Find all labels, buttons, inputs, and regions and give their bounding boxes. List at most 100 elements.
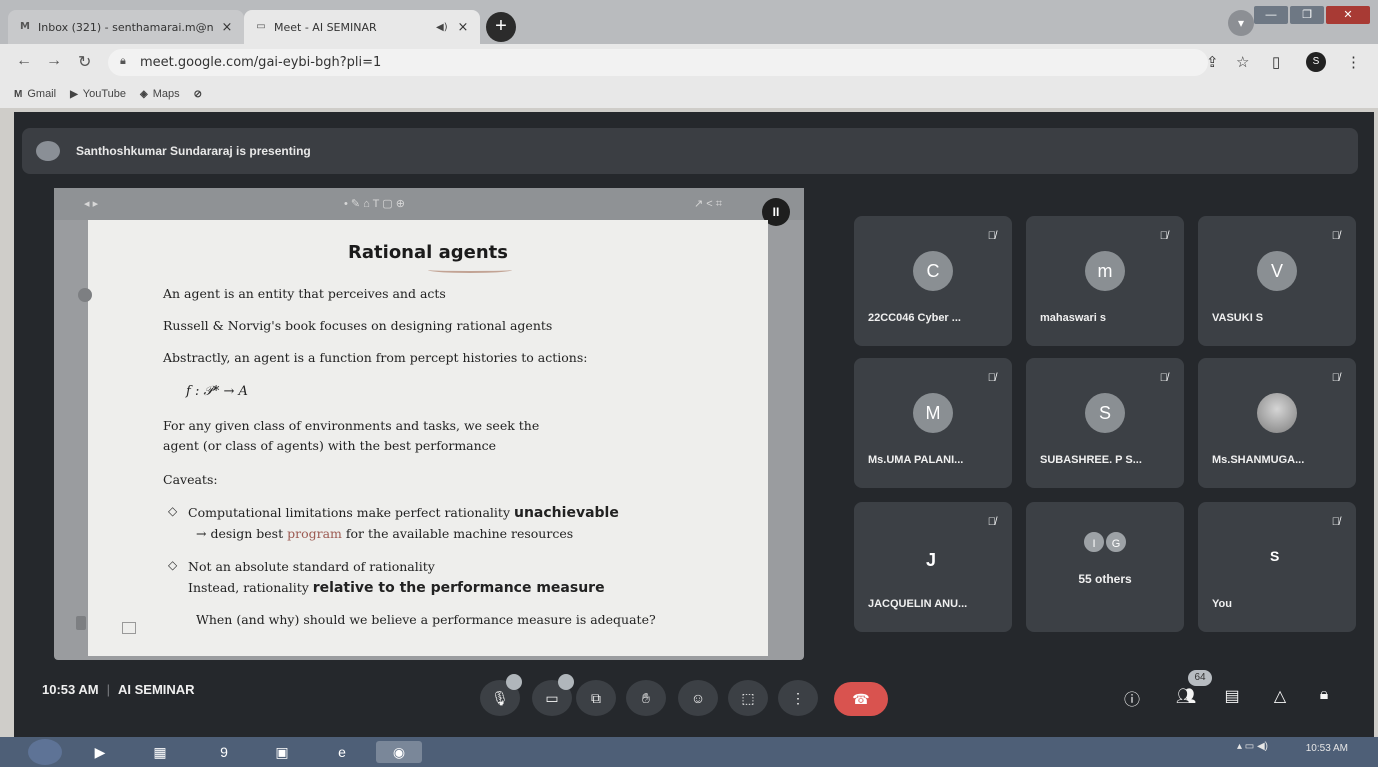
others-tile[interactable]: I G 55 others [1026, 502, 1184, 632]
participant-name: JACQUELIN ANU... [868, 598, 968, 610]
shared-screen[interactable]: ◂ ▸ • ✎ ⌂ T ▢ ⊕ ↗ < ⌗ II Rational agents… [54, 188, 804, 660]
avatar-stack: I G [1082, 530, 1132, 554]
mic-off-icon: 🎙̸ [987, 230, 996, 242]
activities-icon[interactable]: △ [1268, 686, 1292, 706]
slide-text: → design best [196, 526, 284, 541]
more-options-badge[interactable] [558, 674, 574, 690]
minimize-button[interactable]: — [1254, 6, 1288, 24]
profile-avatar[interactable]: S [1306, 52, 1326, 72]
url-text[interactable]: meet.google.com/gai-eybi-bgh?pli=1 [140, 55, 381, 70]
window-controls: — ❐ ✕ [1254, 6, 1370, 24]
self-tile[interactable]: 🎙̸ S You [1198, 502, 1356, 632]
chrome-icon[interactable]: ◉ [376, 741, 422, 763]
more-options-button[interactable]: ⋮ [778, 680, 818, 716]
others-count: 55 others [1078, 572, 1132, 586]
bookmark-extra[interactable]: ⊘ [194, 89, 202, 100]
mic-off-icon: 🎙̸ [987, 372, 996, 384]
back-icon[interactable]: ← [16, 52, 32, 70]
new-tab-button[interactable]: + [486, 12, 516, 42]
participant-name: Ms.SHANMUGA... [1212, 454, 1305, 466]
participant-tile[interactable]: 🎙̸ m mahaswari s [1026, 216, 1184, 346]
people-icon[interactable]: 👥︎ [1174, 686, 1198, 706]
app-icon[interactable]: 9 [212, 741, 236, 763]
participant-tile[interactable]: 🎙̸ J JACQUELIN ANU... [854, 502, 1012, 632]
participant-tile[interactable]: 🎙̸ C 22CC046 Cyber ... [854, 216, 1012, 346]
menu-kebab-icon[interactable]: ⋮ [1346, 53, 1361, 71]
reload-icon[interactable]: ↻ [78, 52, 91, 72]
pc-icon[interactable]: ▣ [270, 741, 294, 763]
bookmark-label: Maps [152, 88, 180, 100]
bookmark-star-icon[interactable]: ☆ [1236, 53, 1249, 71]
bookmark-gmail[interactable]: M Gmail [14, 88, 56, 100]
camera-toggle-button[interactable]: ▭ [532, 674, 574, 716]
tab-meet[interactable]: ▭ Meet - AI SEMINAR ◀) × [244, 10, 480, 44]
address-bar[interactable]: 🔒︎ meet.google.com/gai-eybi-bgh?pli=1 [108, 49, 1208, 76]
captions-button[interactable]: ⧉ [576, 680, 616, 716]
info-icon[interactable]: ⓘ [1120, 686, 1144, 710]
meet-window: Santhoshkumar Sundararaj is presenting ◂… [14, 112, 1374, 737]
globe-icon: ⊘ [193, 88, 203, 100]
pen-icon: • ✎ ⌂ T ▢ ⊕ [344, 198, 405, 210]
toolbar-icon: ◂ ▸ [84, 198, 99, 210]
mic-toggle-button[interactable]: 🎙 [480, 674, 522, 716]
tab-search-icon[interactable]: ▾ [1228, 10, 1254, 36]
system-clock[interactable]: 10:53 AM [1306, 743, 1348, 754]
avatar: I [1082, 530, 1106, 554]
mic-off-icon: 🎙̸ [1331, 230, 1340, 242]
slide-bullet-1a: Computational limitations make perfect r… [188, 505, 619, 521]
slide-line-4a: For any given class of environments and … [163, 418, 540, 433]
edge-icon[interactable]: e [330, 741, 354, 763]
share-icon[interactable]: ⇪ [1206, 53, 1219, 71]
participant-tile[interactable]: 🎙̸ V VASUKI S [1198, 216, 1356, 346]
more-options-badge[interactable] [506, 674, 522, 690]
viewer-toolbar: ◂ ▸ • ✎ ⌂ T ▢ ⊕ ↗ < ⌗ [54, 188, 804, 220]
lock-icon: 🔒︎ [120, 55, 126, 67]
slide-highlight: program [287, 526, 342, 541]
close-window-button[interactable]: ✕ [1326, 6, 1370, 24]
presenting-text: Santhoshkumar Sundararaj is presenting [76, 144, 311, 158]
raise-hand-button[interactable]: ✋︎ [626, 680, 666, 716]
bookmark-label: YouTube [82, 88, 127, 100]
bookmark-youtube[interactable]: ▶ YouTube [70, 88, 126, 100]
participant-tile[interactable]: 🎙̸ S SUBASHREE. P S... [1026, 358, 1184, 488]
speaker-icon[interactable]: ◀) [436, 22, 450, 33]
meeting-time: 10:53 AM [42, 682, 99, 697]
participant-tile[interactable]: 🎙̸ M Ms.UMA PALANI... [854, 358, 1012, 488]
chat-icon[interactable]: ▤ [1220, 686, 1244, 706]
side-panel-icon[interactable]: ▯ [1272, 53, 1280, 71]
mic-off-icon: 🎙̸ [1331, 516, 1340, 528]
tab-close-icon[interactable]: × [220, 20, 234, 35]
participant-name: VASUKI S [1212, 312, 1264, 324]
tray-icons[interactable]: ▴ ▭ ◀) [1237, 741, 1268, 752]
participant-name: 22CC046 Cyber ... [868, 312, 961, 324]
diamond-bullet-icon: ◇ [168, 504, 178, 518]
present-button[interactable]: ⬚ [728, 680, 768, 716]
bookmark-maps[interactable]: ◈ Maps [140, 88, 180, 100]
tab-close-icon[interactable]: × [456, 20, 470, 35]
participant-name: Ms.UMA PALANI... [868, 454, 964, 466]
avatar: S [1270, 548, 1280, 564]
diamond-bullet-icon: ◇ [168, 558, 178, 572]
media-player-icon[interactable]: ▶ [88, 741, 112, 763]
end-call-button[interactable]: ☎ [834, 682, 888, 716]
gmail-icon: M [14, 88, 23, 100]
slide-emphasis: relative to the performance measure [312, 580, 605, 596]
presenting-banner: Santhoshkumar Sundararaj is presenting [22, 128, 1358, 174]
meeting-name: AI SEMINAR [118, 682, 195, 697]
host-controls-icon[interactable]: 🔒︎ [1312, 686, 1336, 704]
start-button[interactable] [28, 739, 62, 765]
file-explorer-icon[interactable]: ▦ [148, 741, 172, 763]
tab-inbox[interactable]: M Inbox (321) - senthamarai.m@n × [8, 10, 244, 44]
meet-icon: ▭ [256, 21, 266, 32]
forward-icon[interactable]: → [46, 52, 62, 70]
share-icon: ↗ < ⌗ [694, 198, 722, 210]
maps-icon: ◈ [140, 88, 148, 100]
slide-text: Instead, rationality [188, 580, 309, 595]
participant-tile[interactable]: 🎙̸ Ms.SHANMUGA... [1198, 358, 1356, 488]
presenter-avatar [36, 141, 60, 161]
pin-icon [76, 616, 86, 630]
tab-title: Inbox (321) - senthamarai.m@n [38, 20, 214, 34]
gmail-icon: M [20, 21, 30, 32]
emoji-button[interactable]: ☺ [678, 680, 718, 716]
maximize-button[interactable]: ❐ [1290, 6, 1324, 24]
